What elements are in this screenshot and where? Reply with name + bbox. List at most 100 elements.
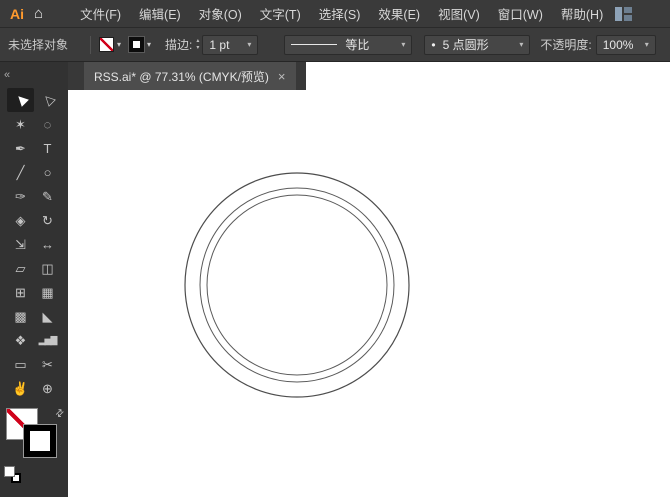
- chevron-down-icon: ▾: [401, 40, 406, 49]
- artwork-circle-outer[interactable]: [184, 172, 410, 398]
- selection-tool[interactable]: ▶: [7, 88, 34, 112]
- canvas[interactable]: [68, 90, 670, 497]
- artboard-tool-icon: ▭: [14, 356, 27, 372]
- selection-status-label: 未选择对象: [8, 38, 69, 52]
- free-transform-tool[interactable]: ▱: [7, 256, 34, 280]
- ellipse-tool-icon: ○: [43, 164, 52, 180]
- fill-stroke-controls: ⇄: [4, 407, 67, 483]
- direct-selection-tool[interactable]: ▷: [34, 88, 61, 112]
- zoom-tool[interactable]: ⊕: [34, 376, 61, 400]
- tools-panel: « ▶ ▷ ✶ ◌ ✒ T ╱ ○ ✑ ✎ ◈ ↻ ⇲ ↔ ▱ ◫ ⊞ ▦ ▩ …: [0, 62, 68, 497]
- gradient-tool[interactable]: ▩: [7, 304, 34, 328]
- stepper-down-icon[interactable]: ▾: [196, 45, 199, 52]
- shape-builder-tool-icon: ◫: [41, 260, 54, 276]
- fill-color-swatch[interactable]: [99, 37, 115, 52]
- free-transform-tool-icon: ▱: [15, 260, 26, 276]
- width-profile-dropdown[interactable]: 等比 ▾: [284, 34, 413, 55]
- menu-bar: Ai ⌂ 文件(F) 编辑(E) 对象(O) 文字(T) 选择(S) 效果(E)…: [0, 0, 670, 28]
- tab-strip: RSS.ai* @ 77.31% (CMYK/预览) ×: [68, 62, 306, 90]
- stroke-dropdown-caret-icon[interactable]: ▾: [147, 40, 151, 49]
- document-tab-bar: RSS.ai* @ 77.31% (CMYK/预览) ×: [68, 62, 670, 90]
- blend-tool[interactable]: ❖: [7, 328, 34, 352]
- slice-tool-icon: ✂: [42, 356, 53, 372]
- workspace-switcher-icon[interactable]: [615, 7, 632, 26]
- profile-value: 等比: [345, 38, 370, 52]
- eraser-tool-icon: ◈: [15, 212, 26, 228]
- menu-item-select[interactable]: 选择(S): [310, 0, 370, 28]
- tool-grid: ▶ ▷ ✶ ◌ ✒ T ╱ ○ ✑ ✎ ◈ ↻ ⇲ ↔ ▱ ◫ ⊞ ▦ ▩ ◣: [0, 88, 68, 400]
- stroke-color-swatch[interactable]: [128, 36, 146, 53]
- eyedropper-tool[interactable]: ◣: [34, 304, 61, 328]
- profile-line-icon: [291, 44, 338, 45]
- stepper-up-icon[interactable]: ▴: [196, 38, 199, 45]
- brush-dot-icon: •: [431, 37, 436, 52]
- eyedropper-tool-icon: ◣: [42, 308, 53, 324]
- home-icon[interactable]: ⌂: [30, 5, 53, 22]
- column-graph-tool[interactable]: ▂▅▇: [34, 328, 61, 352]
- opacity-dropdown[interactable]: 100% ▾: [595, 34, 656, 55]
- scale-tool[interactable]: ⇲: [7, 232, 34, 256]
- rotate-tool-icon: ↻: [42, 212, 53, 228]
- pen-tool[interactable]: ✒: [7, 136, 34, 160]
- artwork-circle-inner[interactable]: [206, 194, 388, 376]
- stroke-weight-value: 1 pt: [209, 37, 230, 52]
- fill-dropdown-caret-icon[interactable]: ▾: [117, 40, 121, 49]
- hand-tool[interactable]: ✌: [7, 376, 34, 400]
- type-tool-icon: T: [43, 140, 52, 156]
- document-area: RSS.ai* @ 77.31% (CMYK/预览) ×: [68, 62, 670, 497]
- menu-item-help[interactable]: 帮助(H): [552, 0, 612, 28]
- document-tab[interactable]: RSS.ai* @ 77.31% (CMYK/预览) ×: [84, 62, 296, 90]
- type-tool[interactable]: T: [34, 136, 61, 160]
- stroke-weight-stepper: ▴ ▾: [196, 38, 199, 52]
- stroke-weight-dropdown[interactable]: 1 pt ▾: [202, 34, 259, 55]
- menu-item-type[interactable]: 文字(T): [251, 0, 310, 28]
- menu-item-object[interactable]: 对象(O): [190, 0, 251, 28]
- menu-item-file[interactable]: 文件(F): [71, 0, 130, 28]
- chevron-down-icon: ▾: [519, 40, 524, 49]
- app-logo: Ai: [10, 5, 24, 22]
- mesh-tool[interactable]: ▦: [34, 280, 61, 304]
- artwork-layer: [184, 172, 410, 398]
- chevron-down-icon: ▾: [247, 40, 252, 49]
- brush-definition-dropdown[interactable]: • 5 点圆形 ▾: [424, 34, 531, 55]
- menu-item-window[interactable]: 窗口(W): [489, 0, 552, 28]
- ellipse-tool[interactable]: ○: [34, 160, 61, 184]
- direct-selection-tool-icon: ▷: [38, 91, 57, 109]
- illustrator-window: Ai ⌂ 文件(F) 编辑(E) 对象(O) 文字(T) 选择(S) 效果(E)…: [0, 0, 670, 497]
- perspective-grid-tool[interactable]: ⊞: [7, 280, 34, 304]
- document-tab-title: RSS.ai* @ 77.31% (CMYK/预览): [94, 69, 269, 84]
- artwork-circle-middle[interactable]: [199, 187, 395, 383]
- menu-item-effect[interactable]: 效果(E): [369, 0, 429, 28]
- lasso-tool[interactable]: ◌: [34, 112, 61, 136]
- artboard-tool[interactable]: ▭: [7, 352, 34, 376]
- swap-fill-stroke-icon[interactable]: ⇄: [53, 407, 67, 421]
- line-segment-tool-icon: ╱: [16, 164, 25, 180]
- perspective-grid-tool-icon: ⊞: [15, 284, 26, 300]
- opacity-value: 100%: [602, 37, 634, 52]
- brush-value: 5 点圆形: [442, 38, 489, 52]
- shape-builder-tool[interactable]: ◫: [34, 256, 61, 280]
- control-bar: 未选择对象 ▾ ▾ 描边: ▴ ▾ 1 pt ▾ 等比 ▾ • 5 点圆形 ▾: [0, 28, 670, 62]
- workspace: « ▶ ▷ ✶ ◌ ✒ T ╱ ○ ✑ ✎ ◈ ↻ ⇲ ↔ ▱ ◫ ⊞ ▦ ▩ …: [0, 62, 670, 497]
- line-segment-tool[interactable]: ╱: [7, 160, 34, 184]
- rotate-tool[interactable]: ↻: [34, 208, 61, 232]
- pencil-tool[interactable]: ✎: [34, 184, 61, 208]
- menu-item-view[interactable]: 视图(V): [429, 0, 489, 28]
- eraser-tool[interactable]: ◈: [7, 208, 34, 232]
- collapse-tools-button[interactable]: «: [4, 69, 10, 81]
- menu-item-edit[interactable]: 编辑(E): [130, 0, 190, 28]
- close-tab-icon[interactable]: ×: [278, 69, 286, 84]
- width-tool[interactable]: ↔: [34, 232, 61, 256]
- magic-wand-tool[interactable]: ✶: [7, 112, 34, 136]
- default-fill-stroke-icon[interactable]: [4, 466, 24, 484]
- paintbrush-tool[interactable]: ✑: [7, 184, 34, 208]
- menu-list: 文件(F) 编辑(E) 对象(O) 文字(T) 选择(S) 效果(E) 视图(V…: [71, 0, 612, 28]
- pencil-tool-icon: ✎: [42, 188, 53, 204]
- opacity-label: 不透明度:: [540, 38, 592, 52]
- default-fill-chip: [4, 466, 15, 477]
- magic-wand-tool-icon: ✶: [15, 116, 26, 132]
- chevron-down-icon: ▾: [644, 40, 649, 49]
- gradient-tool-icon: ▩: [14, 308, 27, 324]
- stroke-swatch[interactable]: [23, 424, 57, 458]
- slice-tool[interactable]: ✂: [34, 352, 61, 376]
